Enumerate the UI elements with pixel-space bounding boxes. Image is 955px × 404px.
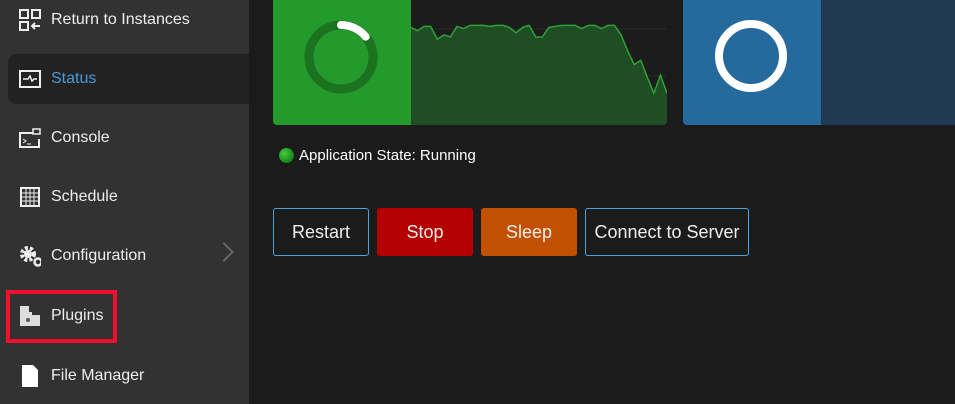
cpu-gauge <box>304 20 378 94</box>
sidebar-item-schedule[interactable]: Schedule <box>8 172 249 222</box>
schedule-icon <box>19 186 41 208</box>
sidebar-item-configuration[interactable]: Configuration <box>8 231 249 281</box>
status-dot-icon <box>279 148 294 163</box>
sidebar-item-label: Schedule <box>51 188 118 205</box>
cpu-gauge-panel <box>273 0 411 125</box>
sidebar-item-status[interactable]: Status <box>8 54 249 104</box>
cpu-history-chart <box>411 24 667 125</box>
highlight-box <box>6 290 117 343</box>
memory-gauge-fill <box>715 20 787 92</box>
cpu-history-area <box>411 25 667 125</box>
application-state: Application State: Running <box>279 147 476 164</box>
connect-to-server-button[interactable]: Connect to Server <box>585 208 749 256</box>
sidebar: Return to Instances Status Console Sched… <box>0 0 249 404</box>
sidebar-item-return-to-instances[interactable]: Return to Instances <box>8 0 249 45</box>
memory-gauge-panel <box>683 0 821 125</box>
sidebar-item-label: File Manager <box>51 367 145 384</box>
file-icon <box>19 365 41 387</box>
application-state-label: Application State: Running <box>299 147 476 164</box>
gears-icon <box>19 245 41 267</box>
sidebar-item-label: Return to Instances <box>51 11 190 28</box>
sidebar-item-label: Status <box>51 70 97 87</box>
chevron-right-icon <box>214 242 234 262</box>
status-icon <box>19 68 41 90</box>
return-instances-icon <box>19 9 41 31</box>
cpu-card <box>273 0 667 125</box>
console-icon <box>19 127 41 149</box>
sidebar-item-console[interactable]: Console <box>8 113 249 163</box>
memory-gauge <box>715 20 787 92</box>
memory-card <box>683 0 955 125</box>
sleep-button[interactable]: Sleep <box>481 208 577 256</box>
restart-button[interactable]: Restart <box>273 208 369 256</box>
stop-button[interactable]: Stop <box>377 208 473 256</box>
sidebar-item-label: Configuration <box>51 247 147 264</box>
sidebar-item-label: Console <box>51 129 110 146</box>
sidebar-item-file-manager[interactable]: File Manager <box>8 351 249 401</box>
